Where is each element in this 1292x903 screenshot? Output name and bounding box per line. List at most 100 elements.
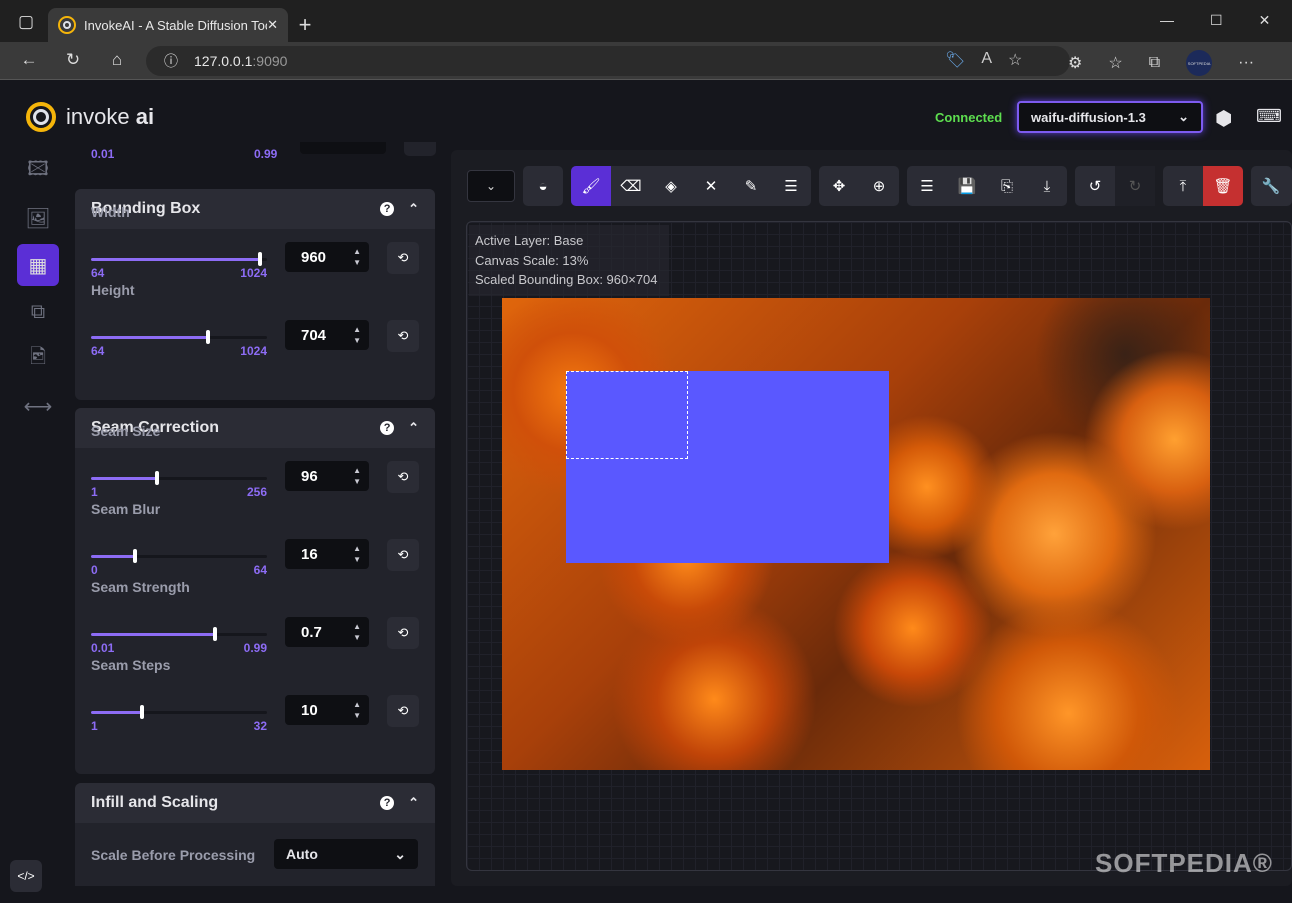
slider-track[interactable] — [91, 330, 267, 344]
more-icon[interactable]: ··· — [1238, 54, 1254, 72]
stepper-icon[interactable]: ▲ ▼ — [353, 621, 361, 643]
slider-thumb[interactable] — [206, 330, 211, 344]
slider-label: Width — [91, 204, 130, 220]
clear-icon[interactable]: ✕ — [691, 166, 731, 206]
browser-tab[interactable]: InvokeAI - A Stable Diffusion Too ✕ — [48, 8, 288, 42]
merge-layers-icon[interactable]: ☰ — [907, 166, 947, 206]
close-window-icon[interactable]: ✕ — [1259, 12, 1271, 29]
extensions-icon[interactable]: ⚙ — [1068, 53, 1082, 73]
read-aloud-icon[interactable]: A — [981, 50, 992, 70]
softpedia-watermark: SOFTPEDIA® — [1095, 848, 1273, 878]
save-icon[interactable]: 💾 — [947, 166, 987, 206]
infill-panel: Infill and Scaling? ⌃ Scale Before Proces… — [75, 783, 435, 886]
slider-track[interactable] — [91, 471, 267, 485]
tab-actions-icon[interactable]: ▢ — [14, 12, 38, 32]
reset-button[interactable]: ⟲ — [387, 617, 419, 649]
slider-row: Seam Steps 1 32 10 ▲ ▼ ⟲ — [91, 657, 421, 733]
mask-icon[interactable]: ◒ — [523, 166, 563, 206]
panel-header[interactable]: Infill and Scaling? ⌃ — [75, 783, 435, 823]
favorites-icon[interactable]: ☆ — [1108, 53, 1122, 73]
reset-button[interactable]: ⟲ — [387, 320, 419, 352]
slider-thumb[interactable] — [212, 627, 217, 641]
fill-bucket-icon[interactable]: ◈ — [651, 166, 691, 206]
stepper-icon[interactable]: ▲ ▼ — [353, 543, 361, 565]
delete-icon[interactable]: 🗑 — [1203, 166, 1243, 206]
redo-icon[interactable]: ↻ — [1115, 166, 1155, 206]
unified-canvas-icon[interactable]: ▦ — [17, 244, 59, 286]
price-tag-icon[interactable]: 🏷 — [945, 50, 965, 70]
minimize-icon[interactable]: — — [1160, 12, 1174, 29]
slider-max: 1024 — [240, 266, 267, 280]
back-icon[interactable]: ← — [17, 50, 41, 70]
chevron-up-icon[interactable]: ⌃ — [408, 795, 419, 811]
image-to-image-icon[interactable]: 🖼 — [17, 197, 59, 239]
stepper-icon[interactable]: ▲ ▼ — [353, 324, 361, 346]
slider-row: Seam Strength 0.01 0.99 0.7 ▲ ▼ ⟲ — [91, 579, 421, 655]
connection-status: Connected — [935, 110, 1003, 125]
upload-icon[interactable]: ⤒ — [1163, 166, 1203, 206]
slider-thumb[interactable] — [133, 549, 137, 563]
model-select[interactable]: waifu-diffusion-1.3 ⌄ — [1017, 101, 1203, 133]
slider-thumb[interactable] — [154, 471, 159, 485]
slider-track[interactable] — [91, 252, 267, 266]
undo-icon[interactable]: ↺ — [1075, 166, 1115, 206]
download-icon[interactable]: ⤓ — [1027, 166, 1067, 206]
slider-min: 64 — [91, 344, 105, 358]
close-tab-icon[interactable]: ✕ — [267, 17, 278, 33]
slider-label: Seam Strength — [91, 579, 190, 595]
stepper-icon[interactable]: ▲ ▼ — [353, 699, 361, 721]
home-icon[interactable]: ⌂ — [105, 50, 129, 70]
keyboard-icon[interactable]: ⌨ — [1256, 106, 1282, 127]
number-input[interactable]: 10 ▲ ▼ — [285, 695, 369, 725]
reset-button[interactable]: ⟲ — [387, 539, 419, 571]
reset-view-icon[interactable]: ⊕ — [859, 166, 899, 206]
slider-max: 0.99 — [254, 147, 278, 161]
slider-label: Seam Size — [91, 423, 161, 439]
slider-thumb[interactable] — [140, 705, 145, 719]
new-tab-icon[interactable]: + — [293, 12, 317, 38]
number-input[interactable]: 0.7 ▲ ▼ — [285, 617, 369, 647]
brush-icon[interactable]: 🖌 — [571, 166, 611, 206]
reset-button[interactable]: ⟲ — [387, 695, 419, 727]
stepper-icon[interactable]: ▲ ▼ — [353, 465, 361, 487]
app-logo: invoke ai — [26, 102, 154, 132]
nodes-icon[interactable]: ⧉ — [17, 291, 59, 333]
number-input[interactable]: 704 ▲ ▼ — [285, 320, 369, 350]
reset-button[interactable]: ⟲ — [387, 242, 419, 274]
brush-preview-box — [566, 371, 688, 459]
slider-label: Height — [91, 282, 135, 298]
settings-wrench-icon[interactable]: 🔧 — [1251, 166, 1291, 206]
slider-track[interactable] — [91, 549, 267, 563]
slider-min: 64 — [91, 266, 105, 280]
eraser-icon[interactable]: ⌫ — [611, 166, 651, 206]
text-to-image-icon[interactable]: 🖾 — [17, 150, 59, 192]
postprocessing-icon[interactable]: 🖻 — [17, 338, 59, 380]
number-input[interactable]: 96 ▲ ▼ — [285, 461, 369, 491]
color-picker-icon[interactable]: ✎ — [731, 166, 771, 206]
reset-button[interactable] — [404, 142, 436, 156]
slider-track[interactable] — [91, 705, 267, 719]
number-input[interactable]: 16 ▲ ▼ — [285, 539, 369, 569]
copy-icon[interactable]: ⎘ — [987, 166, 1027, 206]
slider-row: Seam Blur 0 64 16 ▲ ▼ ⟲ — [91, 501, 421, 577]
collections-icon[interactable]: ⧉ — [1149, 54, 1160, 72]
training-icon[interactable]: ⟷ — [17, 385, 59, 427]
help-icon[interactable]: ? — [380, 796, 395, 810]
maximize-icon[interactable]: ☐ — [1210, 12, 1223, 29]
add-favorite-icon[interactable]: ☆ — [1008, 50, 1022, 70]
scale-select[interactable]: Auto ⌄ — [274, 839, 418, 869]
slider-thumb[interactable] — [257, 252, 262, 266]
slider-track[interactable] — [91, 627, 267, 641]
refresh-icon[interactable]: ↻ — [61, 50, 85, 70]
stepper-icon[interactable]: ▲ ▼ — [353, 246, 361, 268]
brush-options-icon[interactable]: ☰ — [771, 166, 811, 206]
address-input[interactable]: ⓘ 127.0.0.1:9090 — [146, 46, 1070, 76]
move-icon[interactable]: ✥ — [819, 166, 859, 206]
model-manager-icon[interactable]: ⬢ — [1215, 106, 1232, 131]
layer-select[interactable]: ⌄ — [467, 170, 515, 202]
number-input[interactable]: 960 ▲ ▼ — [285, 242, 369, 272]
profile-avatar[interactable]: SOFTPEDIA — [1186, 50, 1213, 76]
reset-button[interactable]: ⟲ — [387, 461, 419, 493]
code-toggle-icon[interactable]: </> — [10, 860, 42, 892]
number-input[interactable] — [300, 142, 386, 154]
